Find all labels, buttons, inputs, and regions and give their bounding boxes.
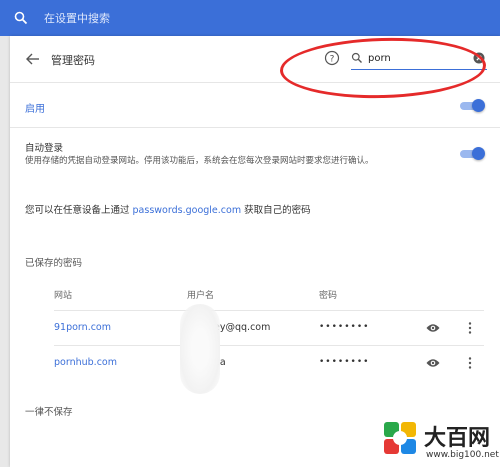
watermark-logo-icon — [384, 422, 416, 454]
page-title: 管理密码 — [51, 54, 95, 67]
site-link[interactable]: 91porn.com — [54, 322, 111, 333]
site-link[interactable]: pornhub.com — [54, 357, 117, 368]
toggle-knob — [472, 99, 485, 112]
toggle-knob — [472, 147, 485, 160]
passwords-card: 管理密码 ? 启用 自动登录 使用存储的凭据自动登录网站。停用该功能后，系统会在… — [10, 36, 500, 467]
redaction-blur — [180, 304, 220, 394]
search-icon[interactable] — [14, 11, 28, 25]
show-password-icon[interactable] — [426, 323, 440, 333]
more-options-icon[interactable] — [468, 357, 472, 369]
row-divider — [54, 345, 484, 346]
show-password-icon[interactable] — [426, 358, 440, 368]
watermark-title: 大百网 — [424, 426, 491, 451]
never-saved-heading: 一律不保存 — [25, 407, 73, 418]
enable-toggle[interactable] — [460, 99, 485, 112]
section-divider — [10, 127, 500, 128]
saved-passwords-heading: 已保存的密码 — [25, 258, 83, 269]
more-options-icon[interactable] — [468, 322, 472, 334]
remote-access-text: 您可以在任意设备上通过 passwords.google.com 获取自己的密码 — [25, 202, 311, 216]
auto-signin-title: 自动登录 — [25, 143, 64, 154]
settings-top-bar: 在设置中搜索 — [0, 0, 500, 36]
settings-search-input[interactable]: 在设置中搜索 — [44, 10, 110, 26]
table-header-divider — [54, 310, 484, 311]
watermark: 大百网 www.big100.net — [382, 420, 500, 467]
remote-access-prefix: 您可以在任意设备上通过 — [25, 205, 133, 216]
column-header-password: 密码 — [319, 291, 338, 301]
password-value: •••••••• — [319, 322, 370, 332]
password-value: •••••••• — [319, 357, 370, 367]
remote-access-suffix: 获取自己的密码 — [241, 205, 311, 216]
column-header-site: 网站 — [54, 291, 73, 301]
enable-label: 启用 — [25, 104, 45, 115]
passwords-google-link[interactable]: passwords.google.com — [133, 205, 242, 216]
watermark-url: www.big100.net — [426, 450, 499, 460]
auto-signin-description: 使用存储的凭据自动登录网站。停用该功能后，系统会在您每次登录网站时要求您进行确认… — [25, 156, 374, 166]
back-arrow-icon[interactable] — [24, 50, 42, 68]
auto-signin-toggle[interactable] — [460, 147, 485, 160]
column-header-username: 用户名 — [187, 291, 215, 301]
